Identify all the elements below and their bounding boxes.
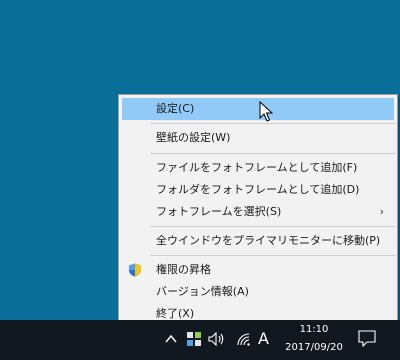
taskbar: A 11:10 2017/09/20 [0,320,400,360]
menu-item-add-folder-photoframe[interactable]: フォルダをフォトフレームとして追加(D) [122,179,394,201]
mouse-cursor-icon [259,101,273,122]
menu-item-settings[interactable]: 設定(C) [122,98,394,120]
menu-separator [150,226,396,227]
clock-date[interactable]: 2017/09/20 [279,342,349,353]
menu-item-move-to-primary-monitor[interactable]: 全ウインドウをプライマリモニターに移動(P) [122,230,394,252]
clock-time[interactable]: 11:10 [279,324,349,335]
tray-chevron-up-icon[interactable] [165,334,177,344]
menu-item-select-photoframe[interactable]: フォトフレームを選択(S) › [122,201,394,223]
menu-item-version-info[interactable]: バージョン情報(A) [122,281,394,303]
menu-separator [150,123,396,124]
menu-item-label: ファイルをフォトフレームとして追加(F) [156,161,358,174]
wifi-network-icon[interactable] [236,332,252,346]
menu-item-label: 全ウインドウをプライマリモニターに移動(P) [156,234,381,247]
menu-item-label: バージョン情報(A) [156,285,249,298]
menu-item-label: 設定(C) [156,102,195,115]
menu-item-label: 権限の昇格 [156,263,211,276]
action-center-notification-icon[interactable] [358,330,376,347]
menu-item-label: フォルダをフォトフレームとして追加(D) [156,183,360,196]
menu-item-add-file-photoframe[interactable]: ファイルをフォトフレームとして追加(F) [122,157,394,179]
menu-item-label: 壁紙の設定(W) [156,131,231,144]
menu-item-elevate[interactable]: 権限の昇格 [122,259,394,281]
submenu-arrow-icon: › [379,205,384,218]
menu-item-label: フォトフレームを選択(S) [156,205,282,218]
ime-mode-indicator[interactable]: A [258,329,269,348]
menu-separator [150,255,396,256]
menu-item-wallpaper[interactable]: 壁紙の設定(W) [122,127,394,149]
speaker-volume-icon[interactable] [208,332,226,346]
context-menu: 設定(C) 壁紙の設定(W) ファイルをフォトフレームとして追加(F) フォルダ… [118,94,398,324]
app-tray-icon[interactable] [187,332,201,346]
uac-shield-icon [129,263,141,277]
menu-separator [150,153,396,154]
